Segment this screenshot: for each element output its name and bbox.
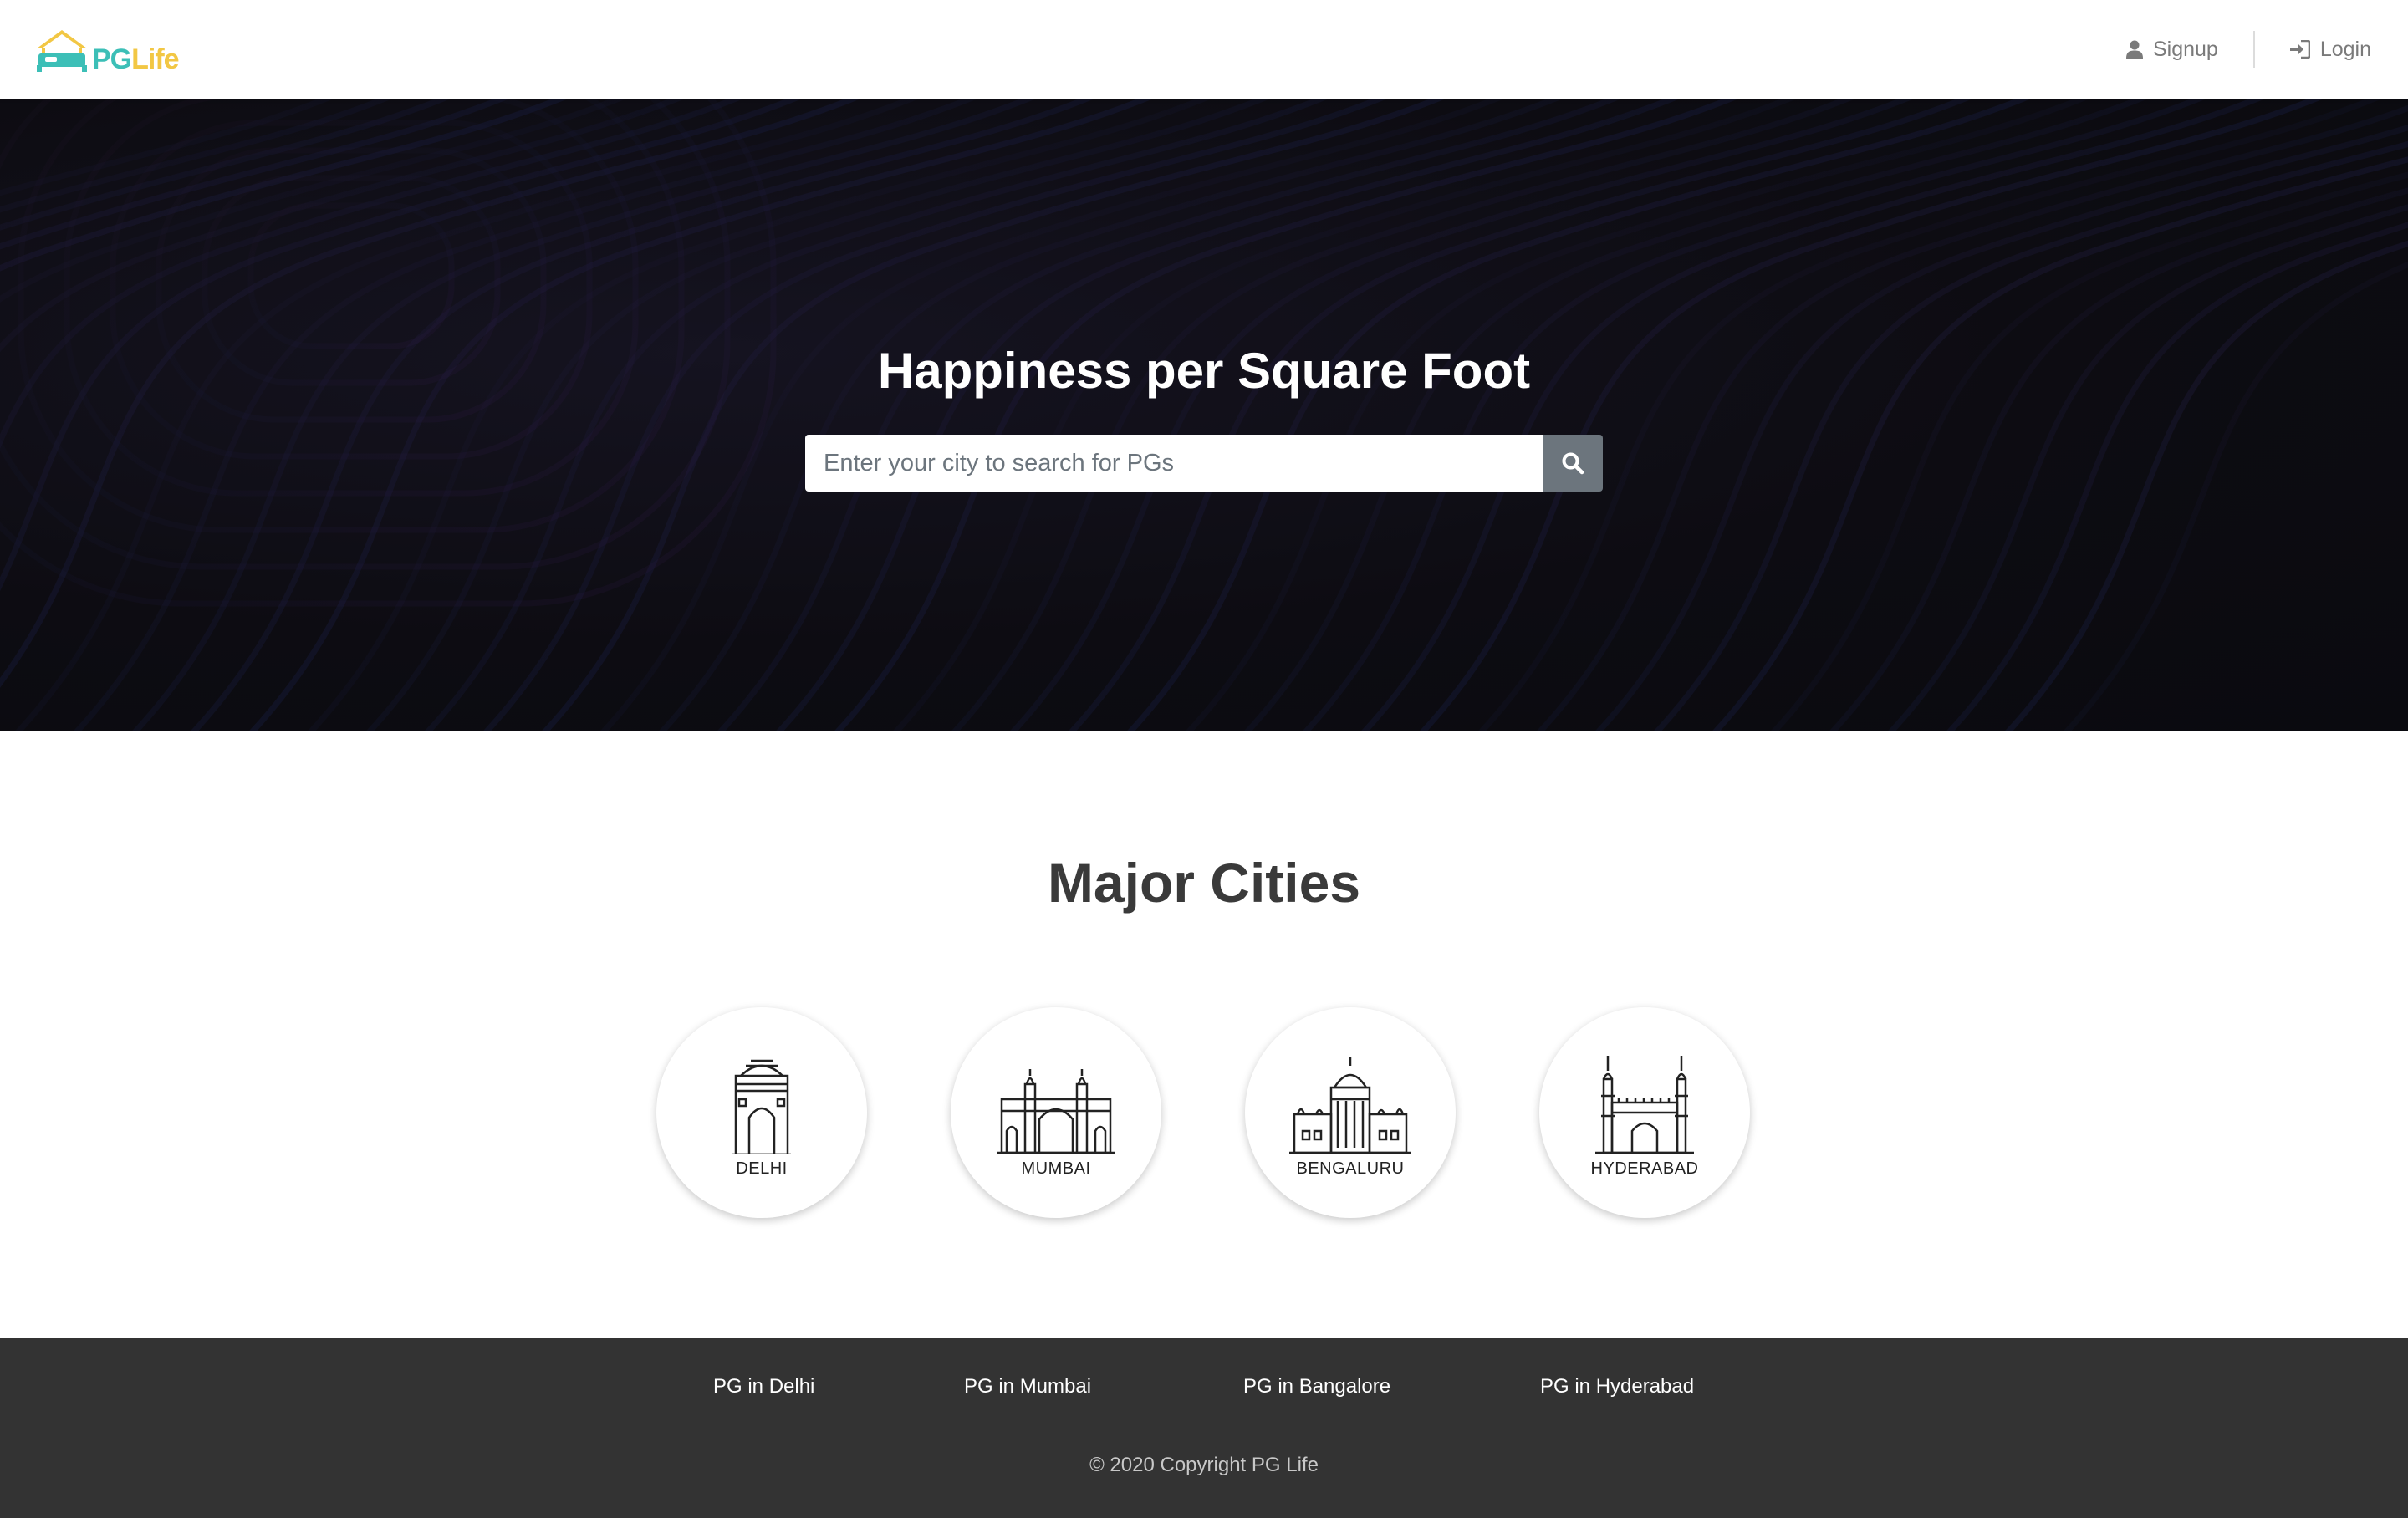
city-card-mumbai[interactable]: MUMBAI: [951, 1007, 1161, 1218]
copyright-text: © 2020 Copyright PG Life: [1089, 1454, 1319, 1476]
footer-link-bangalore[interactable]: PG in Bangalore: [1243, 1375, 1390, 1398]
footer-link-hyderabad[interactable]: PG in Hyderabad: [1540, 1375, 1694, 1398]
city-name: DELHI: [736, 1159, 788, 1178]
brand-name: PGLife: [92, 43, 180, 75]
hero-background-pattern: [0, 99, 2408, 731]
brand-logo[interactable]: PGLife: [33, 28, 180, 75]
search-form: [805, 435, 1603, 492]
search-icon: [1562, 452, 1584, 475]
gateway-of-india-icon: [997, 1069, 1115, 1154]
footer-link-delhi[interactable]: PG in Delhi: [713, 1375, 814, 1398]
hero-title: Happiness per Square Foot: [877, 343, 1531, 399]
city-card-delhi[interactable]: DELHI: [656, 1007, 867, 1218]
city-card-bengaluru[interactable]: BENGALURU: [1245, 1007, 1456, 1218]
city-name: BENGALURU: [1296, 1159, 1405, 1178]
navbar: PGLife Signup Login: [0, 0, 2408, 99]
brand-life: Life: [131, 43, 179, 75]
footer-links: PG in Delhi PG in Mumbai PG in Bangalore…: [0, 1375, 2408, 1405]
city-card-hyderabad[interactable]: HYDERABAD: [1539, 1007, 1750, 1218]
major-cities-title: Major Cities: [1047, 852, 1361, 914]
login-link[interactable]: Login: [2289, 37, 2371, 62]
charminar-icon: [1595, 1056, 1694, 1154]
user-icon: [2125, 40, 2143, 59]
nav-links: Signup Login: [2125, 0, 2371, 99]
footer-link-mumbai[interactable]: PG in Mumbai: [964, 1375, 1091, 1398]
signup-link[interactable]: Signup: [2125, 37, 2218, 62]
india-gate-icon: [732, 1059, 791, 1154]
signup-label: Signup: [2152, 37, 2218, 61]
vidhana-soudha-icon: [1289, 1057, 1411, 1154]
house-logo-icon: [37, 30, 87, 72]
nav-divider: [2252, 31, 2255, 68]
login-label: Login: [2319, 37, 2371, 61]
city-name: HYDERABAD: [1590, 1159, 1699, 1178]
city-name: MUMBAI: [1021, 1159, 1091, 1178]
city-search-input[interactable]: [805, 435, 1543, 492]
footer: PG in Delhi PG in Mumbai PG in Bangalore…: [0, 1338, 2408, 1518]
sign-in-icon: [2289, 40, 2310, 59]
hero-banner: Happiness per Square Foot: [0, 99, 2408, 731]
search-button[interactable]: [1543, 435, 1603, 492]
brand-pg: PG: [92, 43, 132, 75]
